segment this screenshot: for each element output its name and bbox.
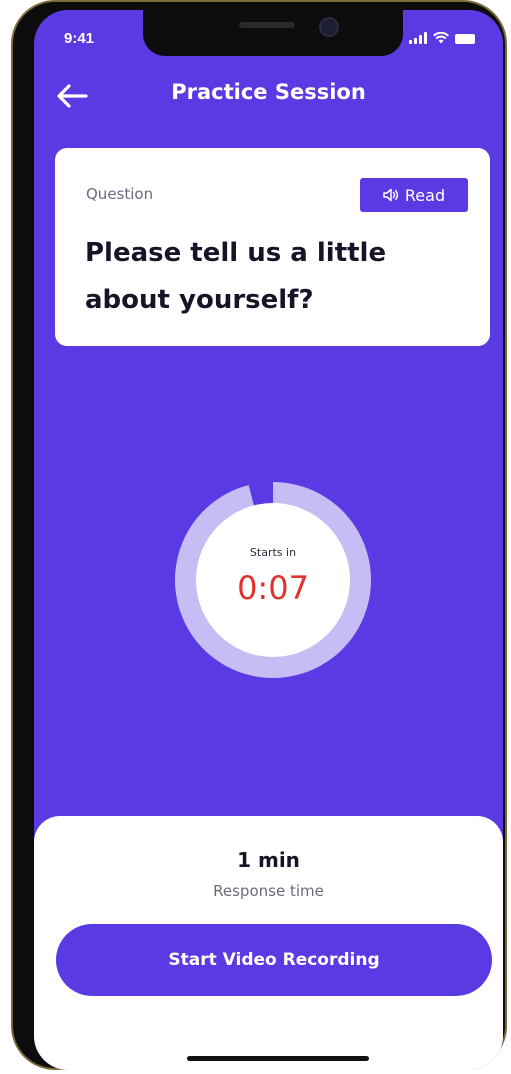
countdown-value: 0:07 bbox=[237, 568, 309, 607]
read-button-label: Read bbox=[404, 185, 446, 205]
countdown-timer: Starts in 0:07 bbox=[174, 482, 371, 678]
start-video-recording-button[interactable]: Start Video Recording bbox=[56, 924, 492, 996]
status-icons bbox=[409, 32, 475, 44]
bottom-sheet: 1 min Response time Start Video Recordin… bbox=[34, 816, 503, 1070]
phone-frame: 9:41 Practice Session Question Read Plea… bbox=[11, 0, 507, 1070]
signal-icon bbox=[409, 32, 427, 44]
page: 9:41 Practice Session Question Read Plea… bbox=[0, 0, 511, 1074]
home-indicator bbox=[187, 1056, 369, 1061]
response-time-value: 1 min bbox=[237, 848, 300, 872]
question-label: Question bbox=[86, 185, 154, 203]
front-camera bbox=[319, 17, 339, 37]
phone-notch bbox=[143, 10, 403, 56]
status-time: 9:41 bbox=[64, 30, 95, 47]
battery-icon bbox=[455, 34, 475, 44]
timer-center: Starts in 0:07 bbox=[175, 482, 371, 678]
page-title: Practice Session bbox=[171, 80, 366, 104]
speaker-grille bbox=[239, 22, 295, 28]
response-time-label: Response time bbox=[213, 882, 324, 900]
starts-in-label: Starts in bbox=[249, 545, 297, 559]
app-screen: 9:41 Practice Session Question Read Plea… bbox=[34, 10, 503, 1070]
read-aloud-button[interactable]: Read bbox=[360, 178, 468, 212]
wifi-icon bbox=[433, 32, 449, 44]
speaker-icon bbox=[383, 188, 399, 202]
question-card: Question Read Please tell us a little ab… bbox=[55, 148, 490, 346]
question-text: Please tell us a little about yourself? bbox=[85, 238, 387, 315]
